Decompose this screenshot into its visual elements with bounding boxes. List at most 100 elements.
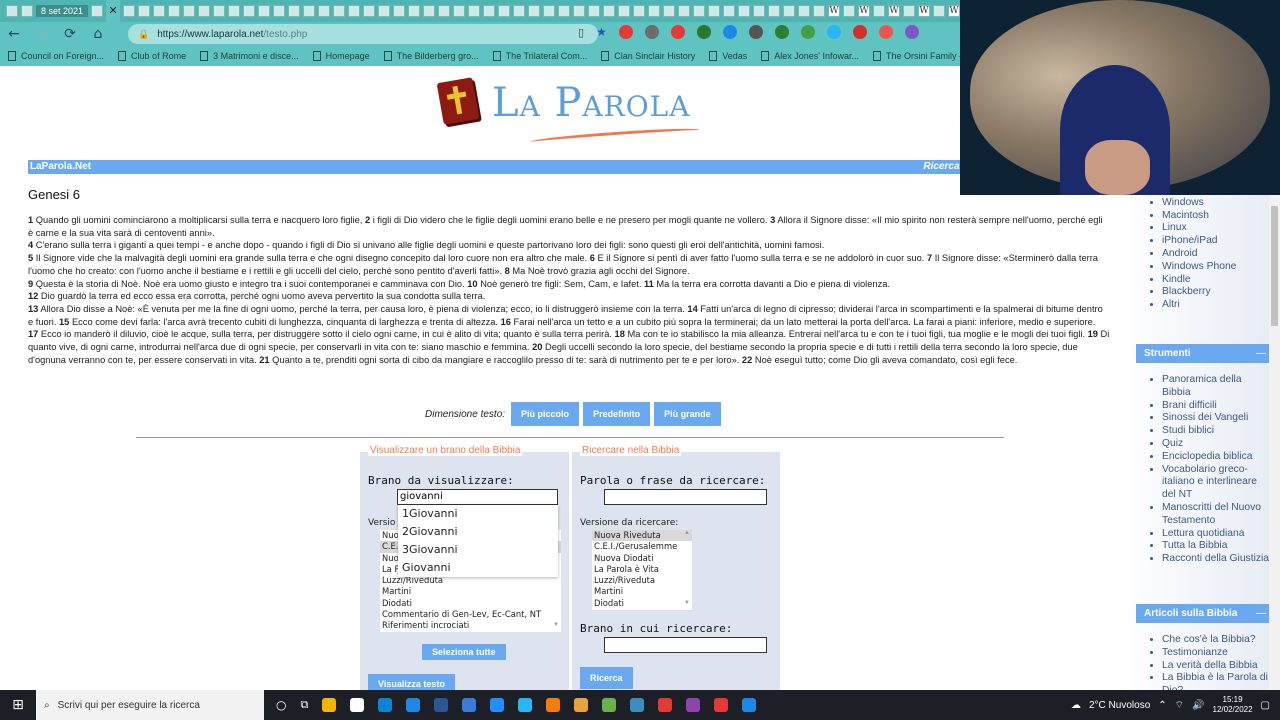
- sidebar-link[interactable]: Testimonianze: [1162, 647, 1272, 660]
- start-button[interactable]: ⊞: [0, 697, 36, 713]
- favorite-star-icon[interactable]: ★: [596, 25, 607, 39]
- tab[interactable]: [198, 5, 211, 17]
- listbox-option[interactable]: Diodati: [380, 598, 561, 609]
- tray-overflow-icon[interactable]: ⌃: [1158, 700, 1166, 711]
- sidebar-link[interactable]: Sinossi dei Vangeli: [1162, 412, 1272, 425]
- bookmark-item[interactable]: Homepage: [312, 51, 370, 61]
- tab[interactable]: [873, 5, 886, 17]
- listbox-option[interactable]: Martini: [592, 586, 692, 597]
- tab[interactable]: [528, 5, 541, 17]
- sidebar-link[interactable]: Panoramica della Bibbia: [1162, 374, 1272, 400]
- tab[interactable]: [798, 5, 811, 17]
- sidebar-link[interactable]: Windows: [1162, 197, 1272, 210]
- extension-icon[interactable]: [878, 25, 893, 39]
- taskbar-app-icon[interactable]: [406, 698, 421, 712]
- taskbar-app-icon[interactable]: [518, 698, 533, 712]
- sidebar-link[interactable]: Linux: [1162, 222, 1272, 235]
- bookmark-item[interactable]: Club of Rome: [118, 51, 186, 61]
- listbox-option[interactable]: Martini: [380, 586, 561, 597]
- listbox-option[interactable]: Diodati: [592, 598, 692, 609]
- close-tab-icon[interactable]: ✕: [106, 0, 121, 22]
- sidebar-link[interactable]: Lettura quotidiana: [1162, 528, 1272, 541]
- tab[interactable]: W: [888, 5, 901, 17]
- bookmark-item[interactable]: The Trilateral Com...: [492, 51, 587, 61]
- listbox-option[interactable]: Riferimenti incrociati: [380, 620, 561, 631]
- sidebar-link[interactable]: Tutta la Bibbia: [1162, 540, 1272, 553]
- taskbar-app-icon[interactable]: [490, 698, 505, 712]
- tab[interactable]: [21, 5, 33, 17]
- tab[interactable]: [903, 5, 916, 17]
- sidebar-link[interactable]: Windows Phone: [1162, 261, 1272, 274]
- bookmark-item[interactable]: Clan Sinclair History: [601, 51, 695, 61]
- scrollbar-thumb[interactable]: [1271, 206, 1278, 326]
- tab[interactable]: W: [948, 5, 961, 17]
- tab[interactable]: [273, 5, 286, 17]
- volume-icon[interactable]: 🔊: [1192, 700, 1204, 711]
- autocomplete-option[interactable]: 1Giovanni: [398, 505, 558, 523]
- sidebar-link[interactable]: Kindle: [1162, 274, 1272, 287]
- taskbar-app-icon[interactable]: [378, 698, 393, 712]
- tab[interactable]: [708, 5, 721, 17]
- extension-icon[interactable]: [774, 25, 789, 39]
- listbox-scroll-up[interactable]: ▲: [683, 530, 691, 536]
- tab[interactable]: [738, 5, 751, 17]
- tab[interactable]: [91, 5, 104, 17]
- sidebar-link[interactable]: Manoscritti del Nuovo Testamento: [1162, 502, 1272, 528]
- tab[interactable]: [618, 5, 631, 17]
- tab[interactable]: [768, 5, 781, 17]
- tab[interactable]: [138, 5, 151, 17]
- site-name-link[interactable]: LaParola.Net: [30, 161, 91, 172]
- listbox-option[interactable]: C.E.I./Gerusalemme: [592, 541, 692, 552]
- sidebar-link[interactable]: Racconti della Giustizia: [1162, 553, 1272, 566]
- taskbar-app-icon[interactable]: [322, 698, 337, 712]
- query-input[interactable]: [604, 489, 767, 505]
- network-icon[interactable]: ⌔: [1175, 699, 1184, 712]
- search-version-listbox[interactable]: Nuova Riveduta C.E.I./Gerusalemme Nuova Di…: [592, 530, 692, 610]
- back-button[interactable]: ←: [0, 26, 28, 42]
- reader-mode-icon[interactable]: ▯: [578, 26, 584, 39]
- extension-icon[interactable]: [618, 25, 633, 39]
- tab[interactable]: [378, 5, 391, 17]
- tab[interactable]: [723, 5, 736, 17]
- task-view-icon[interactable]: ⧉: [300, 698, 308, 712]
- taskbar-app-icon[interactable]: [602, 698, 617, 712]
- extension-icon[interactable]: [826, 25, 841, 39]
- tab[interactable]: [843, 5, 856, 17]
- extension-icon[interactable]: [904, 25, 919, 39]
- sidebar-link[interactable]: Studi biblici: [1162, 425, 1272, 438]
- tab[interactable]: [588, 5, 601, 17]
- sidebar-link[interactable]: Vocabolario greco-italiano e interlinear…: [1162, 464, 1272, 502]
- text-larger-button[interactable]: Più grande: [654, 402, 721, 426]
- tab[interactable]: [648, 5, 661, 17]
- tab[interactable]: [483, 5, 496, 17]
- tab[interactable]: [288, 5, 301, 17]
- listbox-option[interactable]: Luzzi/Riveduta: [592, 575, 692, 586]
- taskbar-app-icon[interactable]: [630, 698, 645, 712]
- tab[interactable]: [258, 5, 271, 17]
- sidebar-link[interactable]: iPhone/iPad: [1162, 235, 1272, 248]
- tab[interactable]: [438, 5, 451, 17]
- tab[interactable]: [243, 5, 256, 17]
- listbox-option[interactable]: Commentario di Gen-Lev, Ec-Cant, NT: [380, 609, 561, 620]
- tab-actions-icon[interactable]: [6, 5, 18, 17]
- tab[interactable]: [168, 5, 181, 17]
- extension-icon[interactable]: [852, 25, 867, 39]
- tab[interactable]: W: [918, 5, 931, 17]
- taskbar-app-icon[interactable]: [714, 698, 729, 712]
- sidebar-link[interactable]: Altri: [1162, 299, 1272, 312]
- listbox-scroll-down[interactable]: ▼: [683, 600, 691, 606]
- tab[interactable]: [363, 5, 376, 17]
- tab[interactable]: [753, 5, 766, 17]
- search-button[interactable]: Ricerca: [580, 667, 633, 689]
- show-text-button[interactable]: Visualizza testo: [368, 674, 455, 690]
- taskbar-app-icon[interactable]: [434, 698, 449, 712]
- listbox-scroll-down[interactable]: ▼: [552, 622, 560, 628]
- sidebar-link[interactable]: Che cos'è la Bibbia?: [1162, 634, 1272, 647]
- sidebar-link[interactable]: Brani difficili: [1162, 400, 1272, 413]
- tab-date-label[interactable]: 8 set 2021: [36, 5, 89, 17]
- extension-icon[interactable]: [748, 25, 763, 39]
- sidebar-link[interactable]: Android: [1162, 248, 1272, 261]
- tab[interactable]: [183, 5, 196, 17]
- select-all-button[interactable]: Seleziona tutte: [422, 644, 506, 660]
- sidebar-link[interactable]: Quiz: [1162, 438, 1272, 451]
